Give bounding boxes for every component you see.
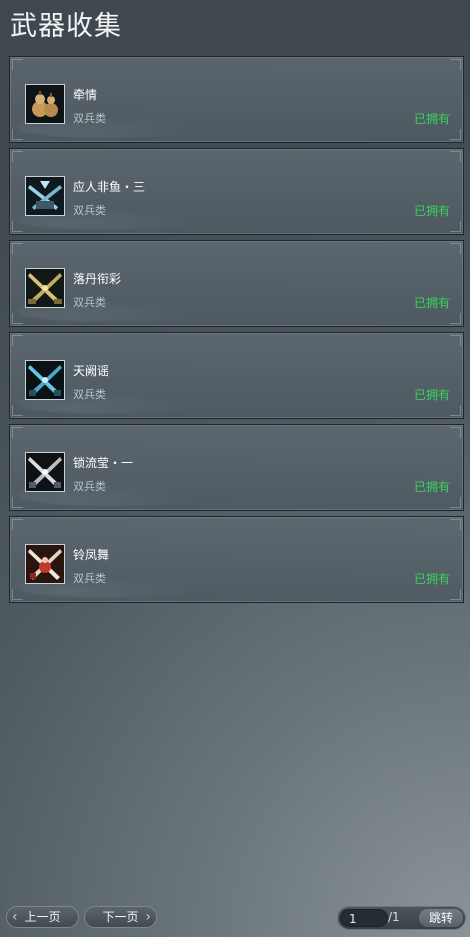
page-jump-control: 1 /1 跳转	[337, 906, 466, 930]
weapon-category: 双兵类	[73, 112, 106, 125]
chevron-left-icon: ‹	[12, 909, 18, 925]
owned-status: 已拥有	[413, 480, 450, 494]
golden-crossed-blades-icon	[25, 268, 65, 308]
weapon-category: 双兵类	[73, 204, 106, 217]
weapon-card[interactable]: 牵情 双兵类 已拥有	[9, 56, 464, 143]
frame-corner	[450, 221, 461, 232]
owned-status: 已拥有	[413, 572, 450, 586]
page-title: 武器收集	[10, 11, 122, 42]
frame-corner	[450, 129, 461, 140]
frame-corner	[450, 405, 461, 416]
weapon-category: 双兵类	[73, 572, 106, 585]
weapon-category: 双兵类	[73, 480, 106, 493]
prev-page-label: 上一页	[24, 910, 61, 924]
weapon-list: 牵情 双兵类 已拥有 应人非鱼・三 双兵类 已拥有 落丹衔彩 双兵类 已拥有 天…	[9, 56, 464, 608]
silver-crossed-blades-icon	[25, 452, 65, 492]
owned-status: 已拥有	[413, 296, 450, 310]
blue-crossed-blades-icon	[25, 360, 65, 400]
frame-corner	[450, 497, 461, 508]
owned-status: 已拥有	[413, 204, 450, 218]
twin-blades-icon	[25, 176, 65, 216]
weapon-name: 天阙谣	[73, 364, 110, 378]
jump-button[interactable]: 跳转	[419, 909, 463, 927]
prev-page-button[interactable]: ‹ 上一页	[6, 906, 79, 928]
weapon-name: 牵情	[73, 88, 98, 102]
weapon-name: 铃凤舞	[73, 548, 110, 562]
dancer-blades-icon	[25, 544, 65, 584]
owned-status: 已拥有	[413, 388, 450, 402]
weapon-name: 锁流莹・一	[73, 456, 134, 470]
weapon-name: 落丹衔彩	[73, 272, 122, 286]
weapon-card[interactable]: 天阙谣 双兵类 已拥有	[9, 332, 464, 419]
page-total: /1	[388, 910, 400, 924]
page-number-input[interactable]: 1	[340, 909, 388, 927]
frame-corner	[450, 589, 461, 600]
next-page-label: 下一页	[102, 910, 139, 924]
gourd-weapon-icon	[25, 84, 65, 124]
weapon-card[interactable]: 铃凤舞 双兵类 已拥有	[9, 516, 464, 603]
frame-corner	[450, 313, 461, 324]
weapon-category: 双兵类	[73, 388, 106, 401]
weapon-card[interactable]: 落丹衔彩 双兵类 已拥有	[9, 240, 464, 327]
next-page-button[interactable]: 下一页 ›	[84, 906, 157, 928]
weapon-card[interactable]: 应人非鱼・三 双兵类 已拥有	[9, 148, 464, 235]
weapon-card[interactable]: 锁流莹・一 双兵类 已拥有	[9, 424, 464, 511]
weapon-category: 双兵类	[73, 296, 106, 309]
weapon-name: 应人非鱼・三	[73, 180, 146, 194]
owned-status: 已拥有	[413, 112, 450, 126]
chevron-right-icon: ›	[145, 909, 151, 925]
